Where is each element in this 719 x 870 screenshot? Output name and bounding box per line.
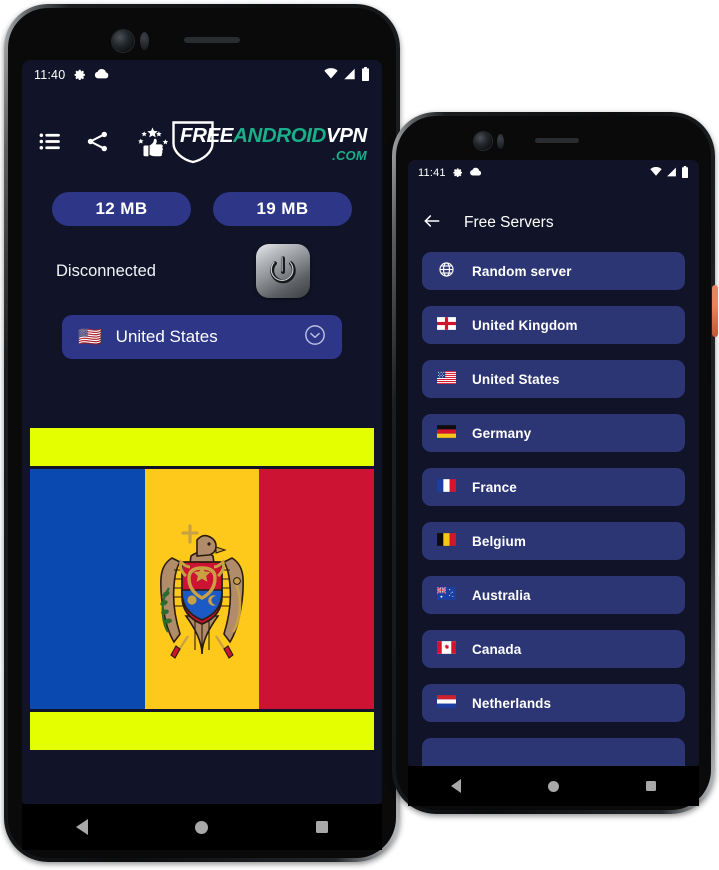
phone-device-secondary: 11:41 Free Servers Random server United … [392, 112, 718, 814]
logo-android: ANDROID [233, 124, 326, 148]
list-item[interactable]: Canada [422, 630, 685, 668]
screenshot-root: 11:40 FREEANDROIDVPN .COM 12 MB 19 MB Di… [0, 0, 719, 870]
front-camera-icon [112, 30, 134, 52]
server-selector[interactable]: 🇺🇸 United States [62, 315, 342, 359]
phone1-screen: 11:40 FREEANDROIDVPN .COM 12 MB 19 MB Di… [22, 60, 382, 804]
server-name: United Kingdom [472, 317, 578, 333]
gear-icon [452, 166, 463, 180]
flag-icon-united-states: 🇺🇸 [78, 326, 102, 348]
server-name: Netherlands [472, 695, 552, 711]
app-logo: FREEANDROIDVPN .COM [172, 121, 369, 167]
wifi-icon [650, 166, 662, 179]
connection-status-label: Disconnected [56, 261, 156, 280]
moldova-coat-of-arms-icon [160, 524, 244, 659]
server-name: France [472, 479, 517, 495]
flag-icon-belgium [436, 533, 456, 549]
flag-stripe-yellow [144, 469, 260, 709]
globe-icon [436, 261, 456, 281]
battery-icon [361, 66, 370, 84]
earpiece-speaker [184, 37, 240, 43]
list-item[interactable]: Germany [422, 414, 685, 452]
connection-status-row: Disconnected [22, 242, 382, 300]
upload-pill[interactable]: 19 MB [213, 192, 352, 226]
arrow-left-icon[interactable] [422, 211, 442, 236]
flag-icon-canada [436, 641, 456, 657]
flag-icon-australia [436, 586, 456, 603]
list-item[interactable]: France [422, 468, 685, 506]
page-title: Free Servers [464, 214, 554, 231]
wifi-icon [324, 68, 338, 82]
server-name: Belgium [472, 533, 526, 549]
earpiece-speaker [535, 138, 579, 143]
home-button[interactable] [547, 780, 559, 792]
selected-server-label: United States [115, 327, 218, 346]
list-item[interactable]: United States [422, 360, 685, 398]
server-name: Canada [472, 641, 522, 657]
flag-icon-france [436, 479, 456, 495]
power-icon [270, 256, 296, 284]
list-item-partial[interactable] [422, 738, 685, 766]
logo-free: FREE [180, 124, 234, 148]
phone-device-primary: 11:40 FREEANDROIDVPN .COM 12 MB 19 MB Di… [4, 4, 400, 862]
proximity-sensor-icon [497, 134, 504, 149]
ad-banner-bottom[interactable] [30, 712, 374, 750]
status-time: 11:40 [34, 68, 66, 82]
proximity-sensor-icon [140, 32, 149, 50]
cloud-icon [94, 68, 109, 82]
signal-icon [666, 167, 677, 180]
server-name: Germany [472, 425, 532, 441]
rate-us-icon[interactable] [132, 126, 172, 163]
gear-icon [73, 67, 86, 83]
status-time: 11:41 [418, 167, 446, 179]
server-name: United States [472, 371, 560, 387]
ad-banner-top[interactable] [30, 428, 374, 466]
android-nav-bar [408, 766, 699, 806]
flag-icon-germany [436, 425, 456, 441]
signal-icon [343, 68, 356, 83]
list-item[interactable]: Belgium [422, 522, 685, 560]
front-camera-icon [474, 132, 492, 150]
home-button[interactable] [195, 820, 209, 834]
flag-icon-united-states [436, 371, 456, 387]
download-pill[interactable]: 12 MB [52, 192, 191, 226]
server-name: Random server [472, 263, 572, 279]
status-bar: 11:41 [408, 160, 699, 186]
power-side-button[interactable] [712, 285, 718, 337]
android-nav-bar [22, 804, 382, 850]
share-icon[interactable] [85, 129, 110, 159]
back-button[interactable] [451, 779, 462, 793]
list-item[interactable]: Netherlands [422, 684, 685, 722]
power-toggle-button[interactable] [256, 244, 310, 298]
app-toolbar: FREEANDROIDVPN .COM [22, 110, 382, 178]
data-usage-row: 12 MB 19 MB [22, 192, 382, 226]
flag-icon-united-kingdom [436, 316, 456, 333]
server-name: Australia [472, 587, 531, 603]
cloud-icon [469, 167, 482, 179]
list-item[interactable]: Random server [422, 252, 685, 290]
battery-icon [681, 165, 689, 181]
flag-stripe-red [259, 469, 375, 709]
list-item[interactable]: United Kingdom [422, 306, 685, 344]
flag-icon-netherlands [436, 695, 456, 711]
moldova-flag-image [30, 469, 375, 709]
recents-button[interactable] [645, 781, 656, 791]
server-list[interactable]: Random server United Kingdom United Stat… [408, 252, 699, 766]
list-item[interactable]: Australia [422, 576, 685, 614]
list-icon[interactable] [38, 129, 63, 159]
status-bar: 11:40 [22, 60, 382, 90]
flag-stripe-blue [30, 469, 145, 709]
back-button[interactable] [75, 819, 88, 835]
servers-app-bar: Free Servers [408, 200, 699, 246]
logo-dotcom: .COM [332, 147, 367, 163]
recents-button[interactable] [316, 821, 329, 833]
phone2-screen: 11:41 Free Servers Random server United … [408, 160, 699, 766]
chevron-down-icon[interactable] [304, 324, 326, 351]
logo-vpn: VPN [325, 124, 367, 148]
